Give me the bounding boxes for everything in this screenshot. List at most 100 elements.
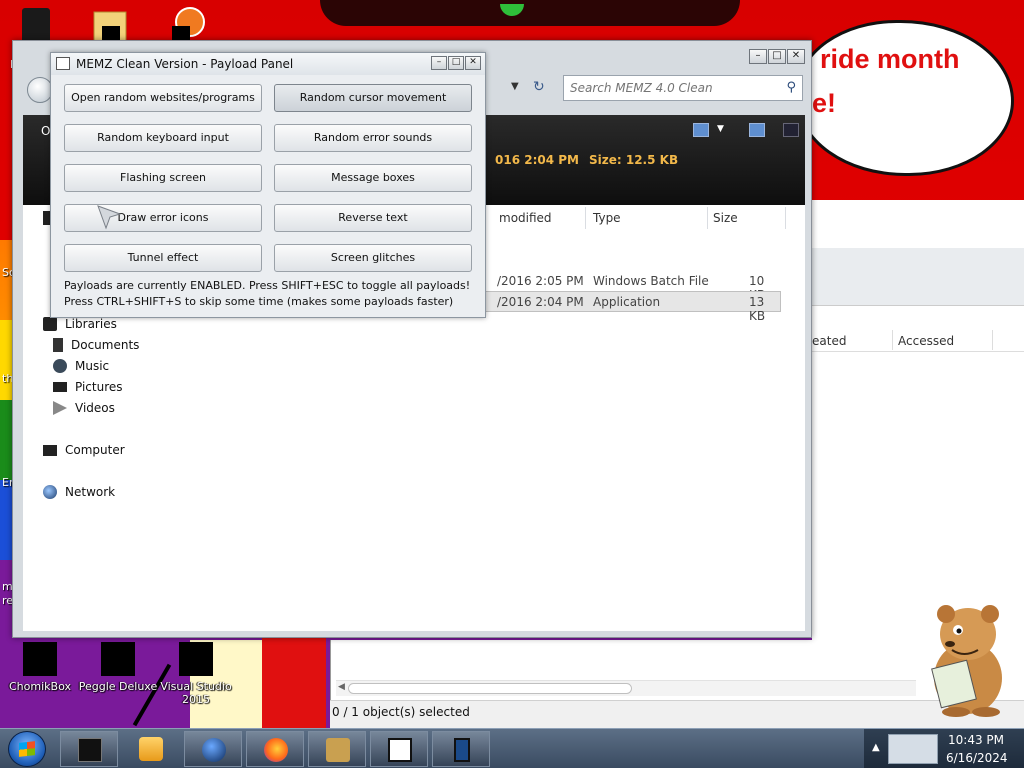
random-error-sounds-button[interactable]: Random error sounds [274,124,472,152]
taskbar-button[interactable] [184,731,242,767]
nav-item-network[interactable]: Network [43,485,115,499]
device-icon [454,738,470,762]
refresh-icon[interactable]: ↻ [533,79,545,95]
nav-label: Videos [75,401,115,415]
random-cursor-movement-button[interactable]: Random cursor movement [274,84,472,112]
nav-item-documents[interactable]: Documents [53,338,139,352]
close-button[interactable]: ✕ [465,56,481,70]
chomikbox-icon [23,642,57,676]
column-divider [707,207,708,229]
nav-label: Libraries [65,317,117,331]
nav-item-music[interactable]: Music [53,359,109,373]
nav-label: Computer [65,443,125,457]
taskbar-button[interactable] [60,731,118,767]
show-hidden-icons-icon[interactable]: ▲ [872,742,880,753]
nav-item-libraries[interactable]: Libraries [43,317,117,331]
taskbar-button[interactable] [122,731,180,767]
bubble-text-line2: e! [812,88,837,118]
column-header-modified[interactable]: modified [499,211,552,225]
skip-time-note: Press CTRL+SHIFT+S to skip some time (ma… [64,295,454,308]
file-size: 13 KB [749,295,766,323]
column-header-created[interactable]: eated [812,334,846,348]
desktop-icon-peggle[interactable]: Peggle Deluxe [78,642,158,693]
search-box[interactable]: ⚲ [563,75,803,101]
taskbar-button[interactable] [308,731,366,767]
desktop-icon-label: Peggle Deluxe [78,680,158,693]
maximize-button[interactable]: □ [768,49,786,64]
minimize-button[interactable]: – [749,49,767,64]
open-random-websites-button[interactable]: Open random websites/programs [64,84,262,112]
clock-date[interactable]: 6/16/2024 [946,751,1008,765]
chevron-down-icon[interactable]: ▼ [717,124,724,134]
documents-icon [53,338,63,352]
flashing-screen-button[interactable]: Flashing screen [64,164,262,192]
close-button[interactable]: ✕ [787,49,805,64]
help-icon[interactable] [783,123,799,137]
payload-status-note: Payloads are currently ENABLED. Press SH… [64,279,471,292]
background-window-toolbar [812,248,1024,306]
maximize-button[interactable]: □ [448,56,464,70]
music-icon [53,359,67,373]
search-input[interactable] [570,77,770,99]
taskbar-button[interactable] [432,731,490,767]
peggle-icon [101,642,135,676]
tray-app-icon[interactable] [888,734,938,764]
videos-icon [53,401,67,415]
file-type: Application [593,295,661,309]
draw-error-icons-button[interactable]: Draw error icons [64,204,262,232]
scrollbar-thumb[interactable] [348,683,632,694]
nav-label: Network [65,485,116,499]
column-divider [785,207,786,229]
globe-icon [202,738,226,762]
firefox-icon [264,738,288,762]
nav-item-computer[interactable]: Computer [43,443,125,457]
clock-time[interactable]: 10:43 PM [948,733,1004,747]
libraries-icon [43,317,57,331]
taskbar-button[interactable] [246,731,304,767]
desktop-icon-visual-studio[interactable]: Visual Studio 2015 [156,642,236,706]
network-icon [43,485,57,499]
file-row-selected[interactable]: /2016 2:04 PM Application 13 KB [485,291,781,323]
reverse-text-button[interactable]: Reverse text [274,204,472,232]
wallpaper-dark-arch [320,0,740,26]
nav-label: Documents [71,338,140,352]
screen-glitches-button[interactable]: Screen glitches [274,244,472,272]
window-app-icon [56,57,70,70]
column-header-size[interactable]: Size [713,211,738,225]
media-center-icon [78,738,102,762]
column-header-accessed[interactable]: Accessed [898,334,954,348]
file-modified: /2016 2:05 PM [497,274,584,288]
desktop-icon-chomikbox[interactable]: ChomikBox [0,642,80,693]
message-boxes-button[interactable]: Message boxes [274,164,472,192]
file-row[interactable]: /2016 2:05 PM Windows Batch File 10 KB [485,271,781,302]
scroll-left-arrow-icon[interactable]: ◀ [338,682,345,692]
file-modified: /2016 2:04 PM [497,295,584,309]
media-player-icon [139,737,163,761]
random-keyboard-input-button[interactable]: Random keyboard input [64,124,262,152]
details-date: 016 2:04 PM [495,153,579,167]
chevron-down-icon[interactable]: ▼ [511,81,519,92]
tunnel-effect-button[interactable]: Tunnel effect [64,244,262,272]
minimize-button[interactable]: – [431,56,447,70]
column-header-type[interactable]: Type [593,211,621,225]
view-options-icon[interactable] [693,123,709,137]
details-size: Size: 12.5 KB [589,153,679,167]
memz-payload-panel: MEMZ Clean Version - Payload Panel – □ ✕… [50,52,486,318]
search-icon[interactable]: ⚲ [786,80,796,95]
horizontal-scrollbar[interactable]: ◀ [336,680,916,696]
memz-window-title: MEMZ Clean Version - Payload Panel [76,57,294,71]
nav-label: Music [75,359,110,373]
taskbar: ▲ [0,728,1024,768]
memz-window-controls: – □ ✕ [431,56,481,70]
taskbar-button[interactable] [370,731,428,767]
7zip-icon [388,738,412,762]
nav-item-videos[interactable]: Videos [53,401,115,415]
memz-title-bar[interactable]: MEMZ Clean Version - Payload Panel – □ ✕ [51,53,485,75]
status-text: 0 / 1 object(s) selected [332,705,470,719]
nav-item-pictures[interactable]: Pictures [53,380,123,394]
chomikbox-icon [326,738,350,762]
desktop-icon-label: ChomikBox [9,680,71,693]
file-type: Windows Batch File [593,274,709,288]
visual-studio-icon [179,642,213,676]
preview-pane-icon[interactable] [749,123,765,137]
